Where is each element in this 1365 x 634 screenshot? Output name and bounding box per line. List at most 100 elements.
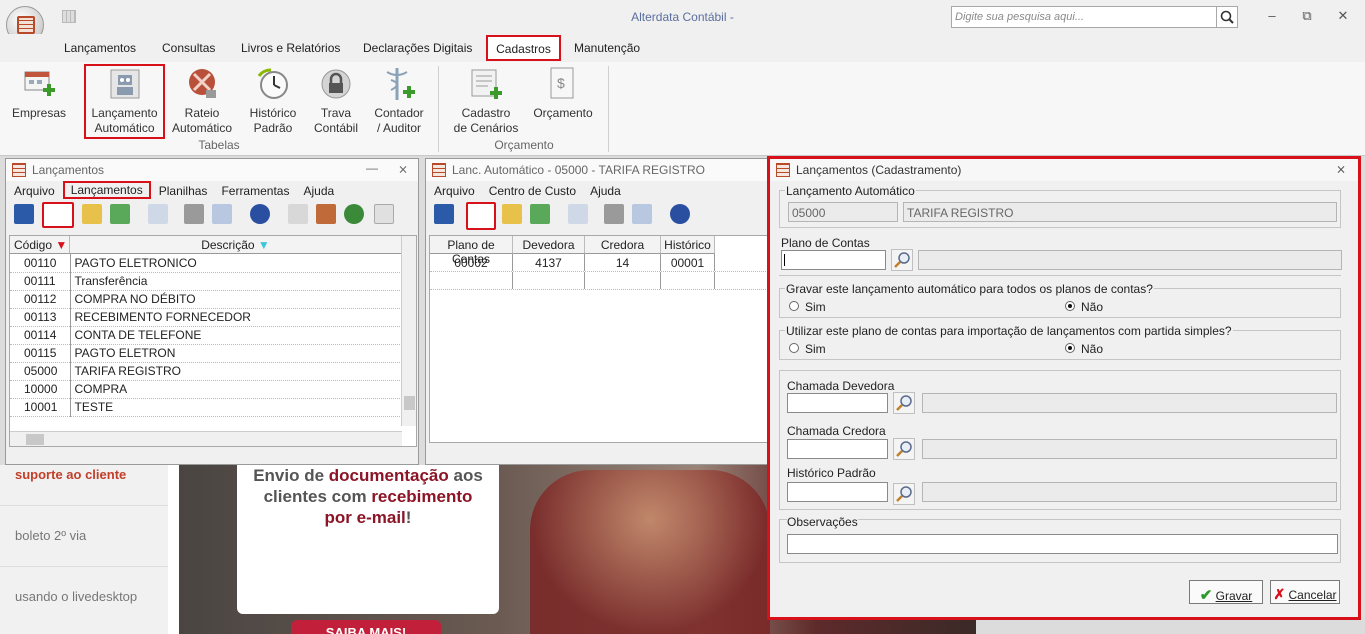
table-row[interactable]: 00110 PAGTO ELETRONICO	[10, 254, 402, 273]
table-row[interactable]: 10001 TESTE	[10, 398, 402, 417]
tab-cadastros[interactable]: Cadastros	[486, 35, 561, 61]
historico-padrao-button[interactable]: Histórico Padrão	[243, 66, 303, 136]
table-row[interactable]: 00111 Transferência	[10, 272, 402, 291]
menu-ajuda[interactable]: Ajuda	[303, 184, 334, 198]
hscroll-thumb[interactable]	[26, 434, 44, 445]
trava-contabil-button[interactable]: Trava Contábil	[308, 66, 364, 136]
globe-icon[interactable]	[344, 204, 364, 224]
minimize-icon[interactable]: —	[366, 161, 378, 175]
promo-cta-button[interactable]: SAIBA MAIS!	[291, 620, 441, 634]
refresh-icon[interactable]	[110, 204, 130, 224]
menu-ferramentas[interactable]: Ferramentas	[221, 184, 289, 198]
historico-padrao-lookup-button[interactable]	[893, 483, 915, 505]
web-link-livedesktop[interactable]: usando o livedesktop	[15, 589, 137, 604]
q2-sim-label: Sim	[805, 342, 826, 356]
table-row[interactable]: 00002 4137 14 00001	[430, 254, 768, 272]
table-row[interactable]: 00112 COMPRA NO DÉBITO	[10, 290, 402, 309]
menu-ajuda[interactable]: Ajuda	[590, 184, 621, 198]
tab-lancamentos[interactable]: Lançamentos	[64, 41, 136, 57]
close-icon[interactable]: ⨯	[398, 162, 408, 176]
minimize-button[interactable]: –	[1262, 8, 1282, 26]
menu-arquivo[interactable]: Arquivo	[14, 184, 55, 198]
q2-nao-radio[interactable]	[1065, 343, 1075, 353]
observacoes-input[interactable]	[787, 534, 1338, 554]
q2-sim-radio[interactable]	[789, 343, 799, 353]
cadastro-cenarios-button[interactable]: Cadastro de Cenários	[450, 66, 522, 136]
web-link-boleto[interactable]: boleto 2º via	[15, 528, 86, 543]
close-button[interactable]: ✕	[1333, 8, 1353, 26]
search-input[interactable]: Digite sua pesquisa aqui...	[951, 6, 1217, 28]
menu-arquivo[interactable]: Arquivo	[434, 184, 475, 198]
cell-descricao: PAGTO ELETRON	[69, 344, 402, 363]
web-link-suporte[interactable]: suporte ao cliente	[15, 467, 126, 482]
preview-icon[interactable]	[632, 204, 652, 224]
plano-contas-lookup-button[interactable]	[891, 249, 913, 271]
empresas-button[interactable]: Empresas	[10, 66, 68, 121]
open-folder-icon[interactable]	[82, 204, 102, 224]
chamada-devedora-lookup-button[interactable]	[893, 392, 915, 414]
exit-icon[interactable]	[434, 204, 454, 224]
promo-text: Envio de documentação aos clientes com r…	[237, 465, 499, 528]
table-row[interactable]: 00115 PAGTO ELETRON	[10, 344, 402, 363]
q1-nao-radio[interactable]	[1065, 301, 1075, 311]
plano-contas-input[interactable]	[781, 250, 886, 270]
budget-document-icon: $	[545, 66, 581, 102]
orcamento-button[interactable]: $ Orçamento	[530, 66, 596, 121]
historico-padrao-input[interactable]	[787, 482, 888, 502]
tab-consultas[interactable]: Consultas	[162, 41, 215, 57]
table-row[interactable]: 05000 TARIFA REGISTRO	[10, 362, 402, 381]
horizontal-scrollbar[interactable]	[10, 431, 402, 446]
grid-header: Plano de Contas Devedora Credora Históri…	[430, 236, 768, 266]
q1-sim-radio[interactable]	[789, 301, 799, 311]
close-icon[interactable]: ⨯	[1336, 162, 1346, 176]
col-credora[interactable]: Credora	[585, 236, 661, 254]
grid-header: Código ▼ Descrição ▼	[10, 236, 416, 254]
menu-centro-custo[interactable]: Centro de Custo	[489, 184, 576, 198]
col-historico[interactable]: Histórico	[661, 236, 715, 254]
search-icon[interactable]	[148, 204, 168, 224]
lanc-automatico-title: Lanc. Automático - 05000 - TARIFA REGIST…	[452, 163, 705, 177]
open-folder-icon[interactable]	[502, 204, 522, 224]
historico-label-2: Padrão	[253, 121, 293, 135]
gravar-button[interactable]: ✔ Gravar	[1189, 580, 1263, 604]
table-row[interactable]: 10000 COMPRA	[10, 380, 402, 399]
tools-icon[interactable]	[316, 204, 336, 224]
help-icon[interactable]	[250, 204, 270, 224]
col-codigo[interactable]: Código ▼	[10, 236, 70, 254]
search-button[interactable]	[1216, 6, 1238, 28]
exit-icon[interactable]	[14, 204, 34, 224]
print-icon[interactable]	[184, 204, 204, 224]
menu-lancamentos[interactable]: Lançamentos	[62, 181, 151, 199]
new-document-icon[interactable]	[466, 202, 496, 230]
col-descricao[interactable]: Descrição ▼	[70, 236, 402, 254]
col-devedora[interactable]: Devedora	[513, 236, 585, 254]
chamada-devedora-input[interactable]	[787, 393, 888, 413]
refresh-icon[interactable]	[530, 204, 550, 224]
group-tabelas-label: Tabelas	[198, 138, 240, 152]
chamada-credora-label: Chamada Credora	[787, 424, 886, 438]
restore-button[interactable]: ⧉	[1297, 8, 1317, 26]
tab-manutencao[interactable]: Manutenção	[574, 41, 640, 57]
lancamento-automatico-button[interactable]: Lançamento Automático	[86, 66, 163, 136]
col-plano-contas[interactable]: Plano de Contas	[430, 236, 513, 266]
copy-icon[interactable]	[288, 204, 308, 224]
preview-icon[interactable]	[212, 204, 232, 224]
tab-declaracoes-digitais[interactable]: Declarações Digitais	[363, 41, 472, 57]
menu-planilhas[interactable]: Planilhas	[159, 184, 208, 198]
search-icon[interactable]	[568, 204, 588, 224]
tab-livros-relatorios[interactable]: Livros e Relatórios	[241, 41, 340, 57]
new-document-icon[interactable]	[42, 202, 74, 228]
chamada-credora-input[interactable]	[787, 439, 888, 459]
table-row[interactable]: 00113 RECEBIMENTO FORNECEDOR	[10, 308, 402, 327]
contador-auditor-button[interactable]: Contador / Auditor	[369, 66, 429, 136]
print-icon[interactable]	[604, 204, 624, 224]
chamada-credora-lookup-button[interactable]	[893, 438, 915, 460]
cancelar-button[interactable]: ✗ Cancelar	[1270, 580, 1340, 604]
scroll-thumb[interactable]	[404, 396, 415, 410]
help-icon[interactable]	[670, 204, 690, 224]
rateio-label-1: Rateio	[184, 106, 220, 120]
checklist-icon[interactable]	[374, 204, 394, 224]
table-row[interactable]: 00114 CONTA DE TELEFONE	[10, 326, 402, 345]
rateio-automatico-button[interactable]: Rateio Automático	[168, 66, 236, 136]
vertical-scrollbar[interactable]	[401, 236, 416, 426]
